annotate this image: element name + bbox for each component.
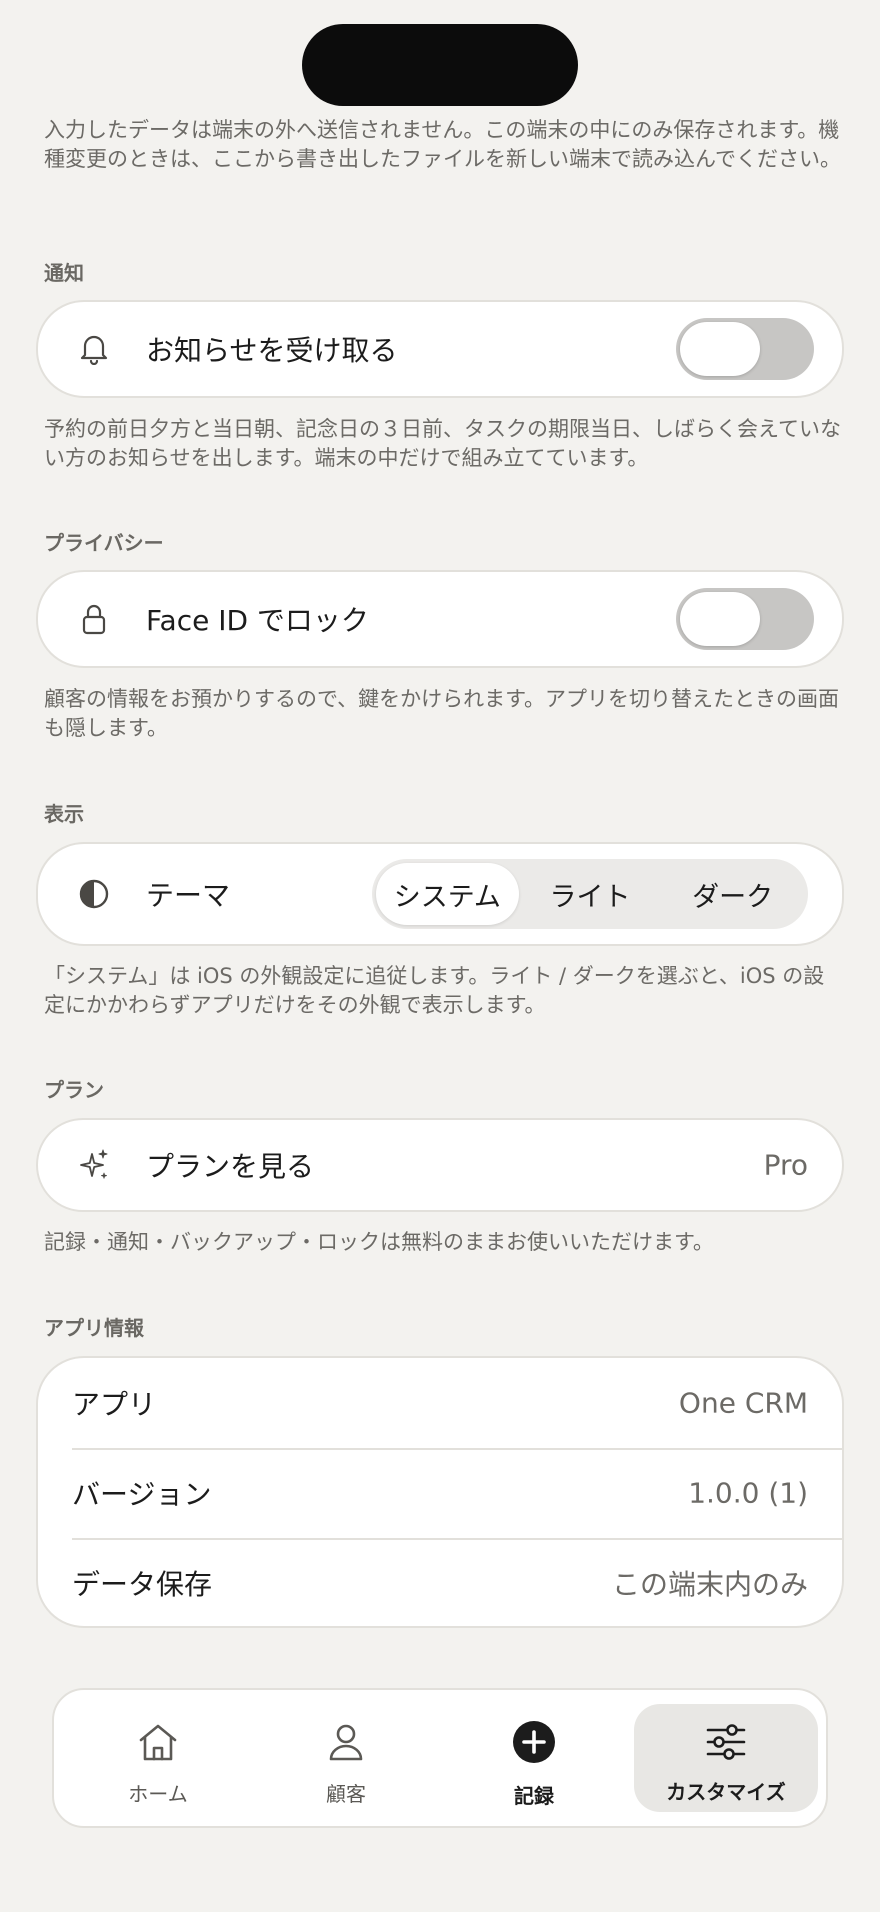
section-title-notifications: 通知 — [44, 261, 84, 285]
plan-note: 記録・通知・バックアップ・ロックは無料のままお使いいただけます。 — [44, 1230, 714, 1254]
theme-segmented-control: システム ライト ダーク — [372, 859, 808, 929]
theme-option-system[interactable]: システム — [376, 863, 519, 925]
info-label-version: バージョン — [72, 1478, 212, 1511]
info-label-data-storage: データ保存 — [72, 1568, 213, 1601]
dynamic-island — [302, 24, 578, 106]
notifications-row[interactable]: お知らせを受け取る — [38, 302, 842, 396]
privacy-row[interactable]: Face ID でロック — [38, 572, 842, 666]
tab-home[interactable]: ホーム — [66, 1704, 250, 1812]
notifications-toggle[interactable] — [676, 318, 814, 380]
theme-row: テーマ システム ライト ダーク — [38, 844, 842, 944]
tab-customers[interactable]: 顧客 — [254, 1704, 438, 1812]
display-note: 「システム」は iOS の外観設定に追従します。ライト / ダークを選ぶと、iO… — [44, 964, 825, 1017]
plan-badge: Pro — [763, 1148, 808, 1182]
notifications-label: お知らせを受け取る — [146, 334, 398, 367]
section-title-plan: プラン — [44, 1078, 104, 1102]
bell-icon — [78, 333, 110, 365]
face-id-toggle[interactable] — [676, 588, 814, 650]
section-title-privacy: プライバシー — [44, 531, 164, 555]
info-row-data-storage: データ保存 この端末内のみ — [38, 1538, 842, 1628]
view-plans-label: プランを見る — [146, 1150, 315, 1183]
home-icon — [136, 1720, 180, 1764]
tab-bar: ホーム 顧客 記録 カスタマイズ — [52, 1688, 828, 1828]
app-info-card: アプリ One CRM バージョン 1.0.0 (1) データ保存 この端末内の… — [36, 1356, 844, 1628]
tab-customize-label: カスタマイズ — [666, 1780, 786, 1804]
tab-customize[interactable]: カスタマイズ — [634, 1704, 818, 1812]
toggle-knob — [680, 592, 760, 646]
display-card: テーマ システム ライト ダーク — [36, 842, 844, 946]
info-value-data-storage: この端末内のみ — [611, 1568, 808, 1601]
info-value-version: 1.0.0 (1) — [688, 1476, 808, 1510]
tab-home-label: ホーム — [128, 1782, 188, 1806]
plan-card: プランを見る Pro — [36, 1118, 844, 1212]
info-label-app: アプリ — [72, 1388, 157, 1421]
contrast-icon — [78, 878, 110, 910]
tab-customers-label: 顧客 — [326, 1782, 366, 1806]
lock-icon — [78, 603, 110, 635]
section-title-display: 表示 — [44, 802, 84, 826]
person-icon — [324, 1720, 368, 1764]
tab-record-label: 記録 — [514, 1784, 554, 1808]
view-plans-row[interactable]: プランを見る Pro — [38, 1120, 842, 1210]
notifications-card: お知らせを受け取る — [36, 300, 844, 398]
tab-record[interactable]: 記録 — [442, 1704, 626, 1812]
theme-option-dark[interactable]: ダーク — [661, 863, 804, 925]
theme-option-light[interactable]: ライト — [519, 863, 662, 925]
info-value-app: One CRM — [678, 1386, 808, 1420]
theme-label: テーマ — [146, 879, 231, 912]
plus-circle-icon — [512, 1720, 556, 1764]
backup-note: 入力したデータは端末の外へ送信されません。この端末の中にのみ保存されます。機種変… — [44, 118, 841, 171]
privacy-label: Face ID でロック — [146, 604, 369, 637]
info-row-version: バージョン 1.0.0 (1) — [38, 1448, 842, 1538]
notifications-note: 予約の前日夕方と当日朝、記念日の３日前、タスクの期限当日、しばらく会えていない方… — [44, 417, 841, 470]
privacy-card: Face ID でロック — [36, 570, 844, 668]
privacy-note: 顧客の情報をお預かりするので、鍵をかけられます。アプリを切り替えたときの画面も隠… — [44, 687, 840, 740]
section-title-app-info: アプリ情報 — [44, 1316, 144, 1340]
info-row-app: アプリ One CRM — [38, 1358, 842, 1448]
sparkle-icon — [78, 1149, 110, 1181]
sliders-icon — [704, 1720, 748, 1764]
toggle-knob — [680, 322, 760, 376]
